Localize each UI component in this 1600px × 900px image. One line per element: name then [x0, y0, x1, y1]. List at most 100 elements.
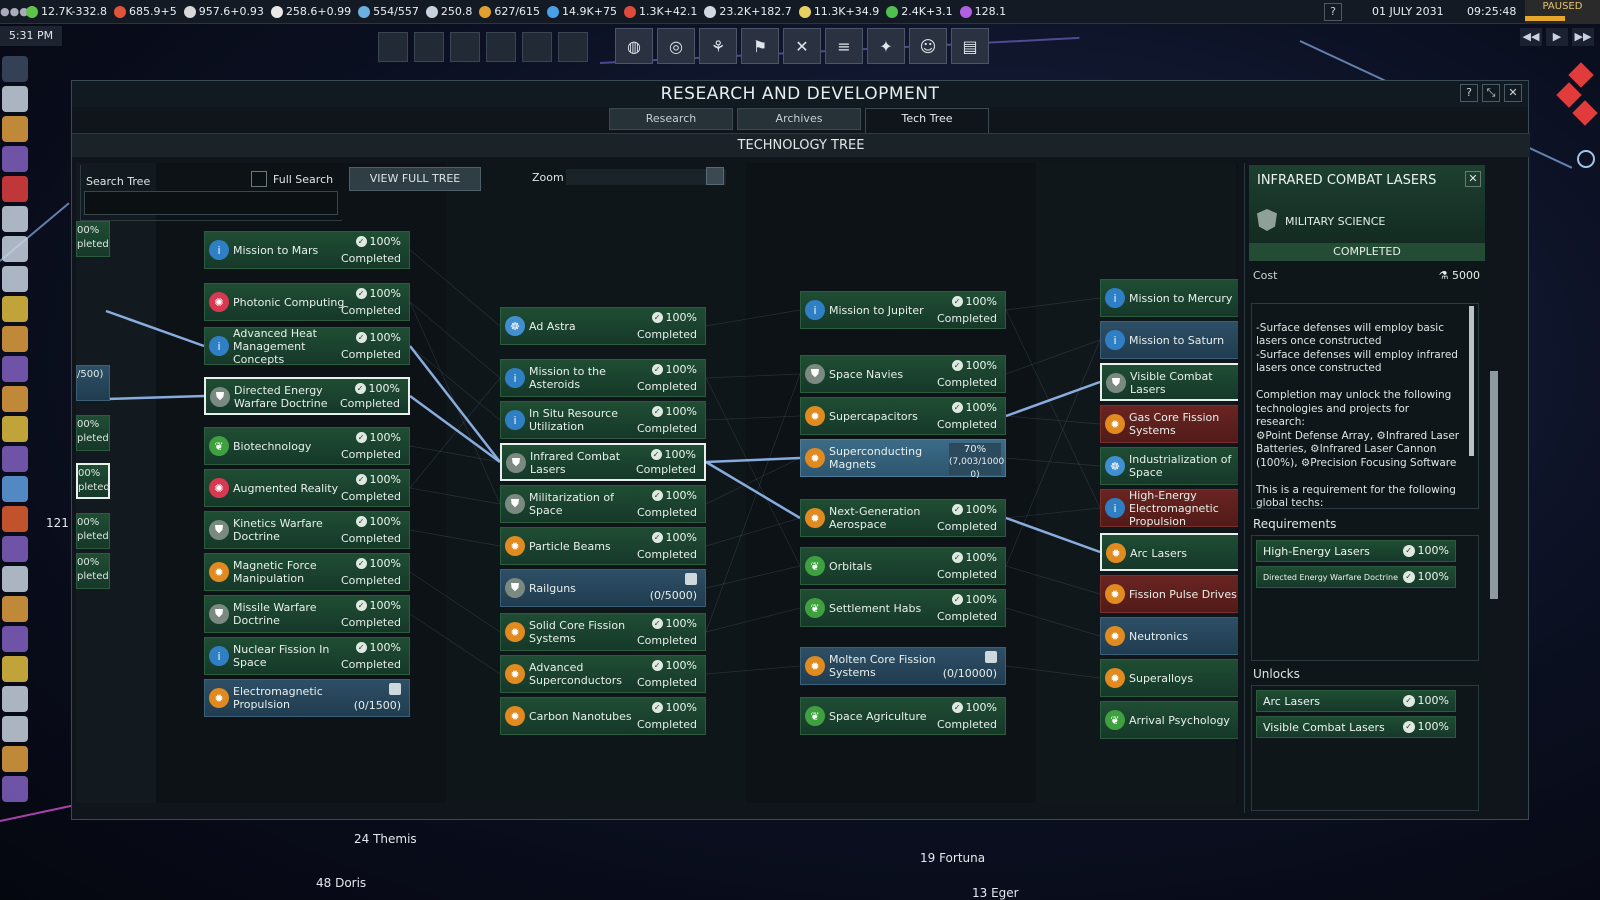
tech-node[interactable]: ⛊ Kinetics Warfare Doctrine ✓ 100% Completed: [204, 511, 410, 549]
rewind-button[interactable]: ◀◀: [1520, 28, 1542, 46]
tech-node[interactable]: i Mission to Mars ✓ 100% Completed: [204, 231, 410, 269]
requirement-item[interactable]: High-Energy Lasers ✓ 100%: [1256, 540, 1456, 562]
tech-node[interactable]: ✹ Magnetic Force Manipulation ✓ 100% Complet…: [204, 553, 410, 591]
orbit-icon[interactable]: ◎: [657, 28, 695, 64]
magnify-icon[interactable]: [1577, 150, 1595, 168]
virus-icon[interactable]: [2, 206, 28, 232]
tab-research[interactable]: Research: [609, 108, 733, 130]
tech-node[interactable]: ✺ Photonic Computing ✓ 100% Completed: [204, 283, 410, 321]
resource-item[interactable]: 1.3K+42.1: [623, 5, 697, 18]
military-icon[interactable]: ✕: [783, 28, 821, 64]
star-icon[interactable]: [2, 176, 28, 202]
unlock-item[interactable]: Arc Lasers ✓ 100%: [1256, 690, 1456, 712]
shield-icon[interactable]: [2, 356, 28, 382]
tech-node[interactable]: ⛊ Directed Energy Warfare Doctrine ✓ 100% Co…: [204, 377, 410, 415]
asteroid-label[interactable]: 19 Fortuna: [920, 851, 985, 865]
tech-node[interactable]: ⛊Visible Combat LasersC: [1100, 363, 1238, 401]
tech-node[interactable]: ✹ Next-Generation Aerospace ✓ 100% Completed: [800, 499, 1006, 537]
unlock-item[interactable]: Visible Combat Lasers ✓ 100%: [1256, 716, 1456, 738]
tech-node[interactable]: i In Situ Resource Utilization ✓ 100% Comple…: [500, 401, 706, 439]
tech-node[interactable]: ⛊ Infrared Combat Lasers ✓ 100% Completed: [500, 443, 706, 481]
resource-item[interactable]: 11.3K+34.9: [798, 5, 879, 18]
asteroid-label[interactable]: 13 Eger: [972, 886, 1019, 900]
shield-icon[interactable]: [2, 626, 28, 652]
crossed-swords-icon[interactable]: [2, 266, 28, 292]
tech-node-partial[interactable]: /500): [76, 365, 110, 401]
tech-node[interactable]: ✹Neutronics(: [1100, 617, 1238, 655]
intel-head-icon[interactable]: ☺: [909, 28, 947, 64]
resource-item[interactable]: 14.9K+75: [547, 5, 617, 18]
globe-icon[interactable]: ◍: [615, 28, 653, 64]
crossed-swords-icon[interactable]: [2, 596, 28, 622]
tech-node[interactable]: iMission to Saturn(: [1100, 321, 1238, 359]
tech-node[interactable]: ❦ Settlement Habs ✓ 100% Completed: [800, 589, 1006, 627]
tech-node[interactable]: ⛊ Railguns (0/5000): [500, 569, 706, 607]
tech-tree-canvas[interactable]: Search Tree Full Search VIEW FULL TREE Z…: [76, 163, 1238, 803]
tech-node[interactable]: ❦ Biotechnology ✓ 100% Completed: [204, 427, 410, 465]
tech-node[interactable]: ✹ Molten Core Fission Systems (0/10000): [800, 647, 1006, 685]
ship-icon[interactable]: [2, 506, 28, 532]
shield-icon[interactable]: [2, 146, 28, 172]
ledger-icon[interactable]: ▤: [951, 28, 989, 64]
tech-node[interactable]: ✹Gas Core Fission Systems(: [1100, 405, 1238, 443]
tech-node[interactable]: iMission to MercuryC: [1100, 279, 1238, 317]
wings-icon[interactable]: [2, 236, 28, 262]
tech-node[interactable]: ❦Arrival PsychologyC: [1100, 701, 1238, 739]
plus-icon[interactable]: [2, 686, 28, 712]
close-icon[interactable]: [2, 56, 28, 82]
tech-node[interactable]: i Mission to Jupiter ✓ 100% Completed: [800, 291, 1006, 329]
shield-icon[interactable]: [2, 776, 28, 802]
tab-archives[interactable]: Archives: [737, 108, 861, 130]
org-chart-icon[interactable]: ⚘: [699, 28, 737, 64]
tech-node[interactable]: ✹Arc LasersC: [1100, 533, 1238, 571]
resource-item[interactable]: 2.4K+3.1: [886, 5, 953, 18]
asteroid-label[interactable]: 48 Doris: [316, 876, 366, 890]
shield-icon[interactable]: [2, 536, 28, 562]
zoom-slider[interactable]: [566, 169, 726, 185]
tech-node[interactable]: ✹SuperalloysC: [1100, 659, 1238, 697]
requirement-item[interactable]: Directed Energy Warfare Doctrine ✓ 100%: [1256, 566, 1456, 588]
resource-item[interactable]: 258.6+0.99: [270, 5, 351, 18]
tech-node[interactable]: ⛊ Space Navies ✓ 100% Completed: [800, 355, 1006, 393]
crossed-swords-icon[interactable]: [2, 746, 28, 772]
hab-icon[interactable]: [414, 32, 444, 62]
tab-tech-tree[interactable]: Tech Tree: [865, 108, 989, 133]
resource-item[interactable]: 685.9+5: [114, 5, 177, 18]
tech-node[interactable]: ✹ Carbon Nanotubes ✓ 100% Completed: [500, 697, 706, 735]
view-full-tree-button[interactable]: VIEW FULL TREE: [349, 167, 481, 191]
tech-node[interactable]: ❦ Orbitals ✓ 100% Completed: [800, 547, 1006, 585]
tech-node[interactable]: ☸Industrialization of SpaceC: [1100, 447, 1238, 485]
tech-node-partial[interactable]: 00% pleted: [76, 513, 110, 549]
star-icon[interactable]: [2, 656, 28, 682]
hab-icon[interactable]: [522, 32, 552, 62]
faction-icon[interactable]: [378, 32, 408, 62]
close-icon[interactable]: ✕: [1465, 171, 1481, 187]
hab-icon[interactable]: [486, 32, 516, 62]
flag-icon[interactable]: ⚑: [741, 28, 779, 64]
description-scrollbar[interactable]: [1469, 306, 1474, 456]
hab-icon[interactable]: [558, 32, 588, 62]
shield-icon[interactable]: [2, 416, 28, 442]
expand-icon[interactable]: ⤡: [1482, 84, 1500, 102]
plus-icon[interactable]: [2, 326, 28, 352]
tech-node[interactable]: ⛊ Missile Warfare Doctrine ✓ 100% Completed: [204, 595, 410, 633]
tech-node[interactable]: ✹ Electromagnetic Propulsion (0/1500): [204, 679, 410, 717]
tech-node[interactable]: ✹ Solid Core Fission Systems ✓ 100% Complete…: [500, 613, 706, 651]
tech-node[interactable]: ✺ Augmented Reality ✓ 100% Completed: [204, 469, 410, 507]
tech-node[interactable]: ✹Fission Pulse Drives(: [1100, 575, 1238, 613]
full-search-checkbox[interactable]: [251, 171, 267, 187]
search-input[interactable]: [84, 191, 338, 215]
tech-node-partial[interactable]: 00% pleted: [76, 463, 110, 499]
tech-node-partial[interactable]: 00% pleted: [76, 553, 110, 589]
close-icon[interactable]: ✕: [1504, 84, 1522, 102]
resource-item[interactable]: 250.8: [425, 5, 472, 18]
pause-indicator[interactable]: PAUSED: [1525, 0, 1600, 24]
alert-icon[interactable]: [1572, 100, 1598, 126]
alert-icon[interactable]: [1556, 82, 1582, 108]
research-bulb-icon[interactable]: ✦: [867, 28, 905, 64]
tech-node-partial[interactable]: 00% pleted: [76, 221, 110, 257]
star-icon[interactable]: [2, 476, 28, 502]
help-button[interactable]: ?: [1324, 2, 1342, 21]
zoom-slider-handle[interactable]: [706, 167, 724, 185]
tech-node[interactable]: i Mission to the Asteroids ✓ 100% Completed: [500, 359, 706, 397]
